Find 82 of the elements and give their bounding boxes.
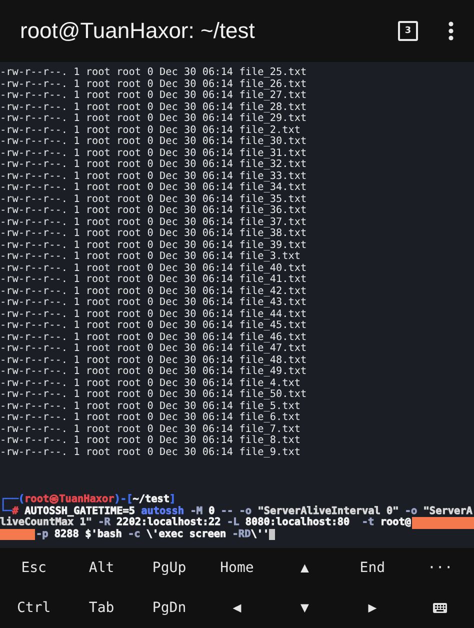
key-button[interactable]: ▶	[366, 596, 379, 620]
redaction-bar	[412, 517, 474, 528]
command-text: -p	[36, 528, 50, 540]
output-line: -rw-r--r--. 1 root root 0 Dec 30 06:14 file_44.txt	[0, 308, 307, 320]
output-line: -rw-r--r--. 1 root root 0 Dec 30 06:14 file_42.txt	[0, 286, 307, 297]
text-cursor	[269, 528, 276, 540]
key-button[interactable]: ▲	[298, 556, 311, 580]
output-line: -rw-r--r--. 1 root root 0 Dec 30 06:14 file_29.txt	[0, 113, 307, 124]
command-text: #	[12, 506, 20, 516]
output-line: -rw-r--r--. 1 root root 0 Dec 30 06:14 file_31.txt	[0, 148, 307, 159]
output-line: -rw-r--r--. 1 root root 0 Dec 30 06:14 file_39.txt	[0, 240, 307, 251]
command-text: -c	[128, 528, 142, 540]
output-line: -rw-r--r--. 1 root root 0 Dec 30 06:14 file_30.txt	[0, 136, 307, 148]
command-text: -R	[98, 517, 112, 528]
key-button[interactable]: ◀	[230, 596, 244, 620]
output-line: -rw-r--r--. 1 root root 0 Dec 30 06:14 file_41.txt	[0, 274, 307, 286]
command-text: ]	[170, 494, 176, 506]
output-line: -rw-r--r--. 1 root root 0 Dec 30 06:14 file_38.txt	[0, 228, 307, 240]
command-text: AUTOSSH_GATETIME=5	[24, 506, 136, 516]
output-line: -rw-r--r--. 1 root root 0 Dec 30 06:14 file_28.txt	[0, 102, 307, 113]
output-line: -rw-r--r--. 1 root root 0 Dec 30 06:14 file_43.txt	[0, 297, 307, 308]
command-text: "ServerA	[423, 506, 472, 517]
output-line: -rw-r--r--. 1 root root 0 Dec 30 06:14 file_25.txt	[0, 67, 307, 78]
command-text: -t	[362, 517, 376, 528]
key-button[interactable]: Esc	[19, 556, 48, 580]
keyboard-icon[interactable]	[433, 603, 448, 613]
command-text: autossh	[141, 506, 186, 517]
command-text: \'exec screen	[146, 528, 228, 540]
key-button[interactable]: Home	[218, 556, 256, 580]
output-line: -rw-r--r--. 1 root root 0 Dec 30 06:14 file_3.txt	[0, 251, 301, 262]
output-line: -rw-r--r--. 1 root root 0 Dec 30 06:14 file_35.txt	[0, 194, 307, 205]
output-line: -rw-r--r--. 1 root root 0 Dec 30 06:14 file_26.txt	[0, 78, 307, 90]
command-text: root㉿TuanHaxor	[24, 494, 114, 506]
command-text: \''	[250, 528, 270, 540]
redaction-bar	[0, 528, 35, 540]
output-line: -rw-r--r--. 1 root root 0 Dec 30 06:14 file_46.txt	[0, 332, 307, 343]
window-title: root@TuanHaxor: ~/test	[20, 18, 256, 44]
output-line: -rw-r--r--. 1 root root 0 Dec 30 06:14 file_32.txt	[0, 159, 307, 170]
output-line: -rw-r--r--. 1 root root 0 Dec 30 06:14 file_50.txt	[0, 389, 307, 400]
key-button[interactable]: ▼	[298, 596, 311, 620]
key-button[interactable]: Alt	[86, 556, 116, 580]
command-text: 8288 $'bash	[54, 528, 123, 540]
output-line: -rw-r--r--. 1 root root 0 Dec 30 06:14 file_33.txt	[0, 170, 307, 182]
command-text: )-[	[114, 494, 133, 506]
command-text: ~/test	[132, 494, 170, 506]
key-button[interactable]: Ctrl	[14, 596, 53, 620]
command-text: 2202:localhost:22	[116, 517, 222, 528]
command-text: -o	[404, 506, 418, 517]
output-line: -rw-r--r--. 1 root root 0 Dec 30 06:14 file_6.txt	[0, 412, 301, 424]
output-line: -rw-r--r--. 1 root root 0 Dec 30 06:14 file_48.txt	[0, 354, 307, 366]
output-line: -rw-r--r--. 1 root root 0 Dec 30 06:14 file_47.txt	[0, 343, 307, 354]
output-line: -rw-r--r--. 1 root root 0 Dec 30 06:14 file_5.txt	[0, 400, 301, 412]
output-line: -rw-r--r--. 1 root root 0 Dec 30 06:14 file_8.txt	[0, 435, 301, 446]
command-text: 8080:localhost:80	[245, 517, 351, 528]
output-line: -rw-r--r--. 1 root root 0 Dec 30 06:14 file_36.txt	[0, 205, 307, 216]
command-text: -- -o	[220, 506, 253, 517]
key-button[interactable]: End	[358, 556, 388, 580]
output-line: -rw-r--r--. 1 root root 0 Dec 30 06:14 file_7.txt	[0, 424, 301, 435]
key-button[interactable]: Tab	[86, 596, 116, 620]
command-text: └─	[0, 506, 12, 516]
session-count-button[interactable]: 3	[398, 21, 418, 41]
command-text: ┌──(	[0, 494, 25, 505]
key-button[interactable]: ···	[425, 556, 455, 580]
output-line: -rw-r--r--. 1 root root 0 Dec 30 06:14 file_4.txt	[0, 378, 301, 389]
command-text: liveCountMax 1"	[0, 517, 94, 528]
output-line: -rw-r--r--. 1 root root 0 Dec 30 06:14 file_49.txt	[0, 366, 307, 378]
command-text: 0	[208, 506, 216, 517]
output-line: -rw-r--r--. 1 root root 0 Dec 30 06:14 file_9.txt	[0, 446, 301, 458]
output-line: -rw-r--r--. 1 root root 0 Dec 30 06:14 file_37.txt	[0, 216, 307, 228]
key-button[interactable]: PgUp	[150, 556, 188, 580]
output-line: -rw-r--r--. 1 root root 0 Dec 30 06:14 file_27.txt	[0, 90, 307, 102]
command-text: -RD	[232, 528, 251, 540]
output-line: -rw-r--r--. 1 root root 0 Dec 30 06:14 file_34.txt	[0, 182, 307, 194]
command-text: root@	[380, 517, 411, 528]
menu-icon[interactable]	[448, 21, 454, 41]
output-line: -rw-r--r--. 1 root root 0 Dec 30 06:14 file_40.txt	[0, 262, 307, 274]
command-text: -L	[226, 517, 240, 528]
key-button[interactable]: PgDn	[150, 596, 188, 620]
command-text: -M	[190, 506, 204, 517]
output-line: -rw-r--r--. 1 root root 0 Dec 30 06:14 file_45.txt	[0, 320, 307, 332]
command-text: "ServerAliveInterval 0"	[258, 506, 400, 517]
output-line: -rw-r--r--. 1 root root 0 Dec 30 06:14 file_2.txt	[0, 124, 301, 136]
